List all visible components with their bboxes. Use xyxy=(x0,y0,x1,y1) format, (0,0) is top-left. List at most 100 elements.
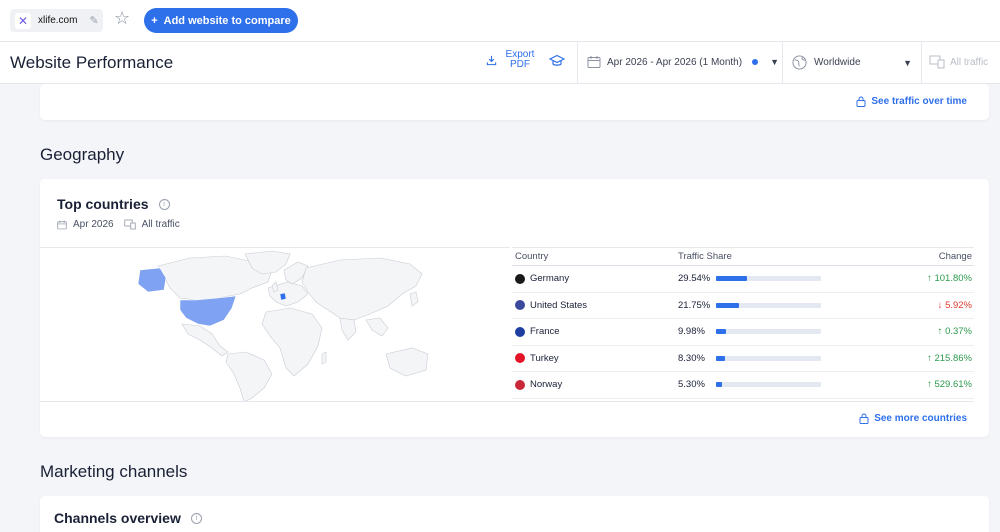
table-row[interactable]: Germany 29.54% ↑ 101.80% xyxy=(512,266,974,293)
top-countries-title-text: Top countries xyxy=(57,196,149,212)
header-divider xyxy=(577,42,578,84)
table-row[interactable]: Turkey 8.30% ↑ 215.86% xyxy=(512,346,974,372)
share-value: 9.98% xyxy=(678,326,705,338)
change-value: 5.92% xyxy=(945,299,972,311)
top-bar: ✕ xlife.com ✎ ☆ + Add website to compare xyxy=(0,0,1000,42)
country-name: Turkey xyxy=(530,352,559,364)
globe-icon xyxy=(792,55,807,70)
change-cell: ↑ 0.37% xyxy=(858,326,974,337)
col-change[interactable]: Change xyxy=(858,251,974,262)
map-us-highlight[interactable] xyxy=(179,295,237,327)
change-cell: ↑ 215.86% xyxy=(858,353,974,364)
see-more-countries-label: See more countries xyxy=(874,413,967,424)
header-divider xyxy=(921,42,922,84)
share-cell: 29.54% xyxy=(678,273,858,284)
share-value: 29.54% xyxy=(678,273,711,285)
arrow-up-icon: ↑ xyxy=(937,326,943,338)
graduation-hat-icon[interactable] xyxy=(549,54,565,68)
country-name: Norway xyxy=(530,379,563,391)
site-chip[interactable]: ✕ xlife.com ✎ xyxy=(10,9,103,32)
country-cell: Turkey xyxy=(512,353,678,364)
add-website-label: Add website to compare xyxy=(163,14,291,27)
share-bar-fill xyxy=(716,329,727,335)
calendar-icon xyxy=(57,220,67,229)
plus-icon: + xyxy=(151,14,158,27)
share-bar xyxy=(716,276,821,282)
country-cell: United States xyxy=(512,300,678,311)
country-name: France xyxy=(530,326,560,338)
country-cell: Germany xyxy=(512,273,678,284)
export-pdf-button[interactable]: Export PDF xyxy=(486,50,537,70)
calendar-icon xyxy=(587,56,601,68)
share-bar xyxy=(716,382,821,388)
world-map[interactable] xyxy=(40,247,510,403)
flag-icon xyxy=(515,326,525,337)
marketing-section-title: Marketing channels xyxy=(40,462,188,481)
flag-icon xyxy=(515,379,525,390)
change-value: 0.37% xyxy=(945,326,972,338)
site-favicon-icon: ✕ xyxy=(15,12,31,29)
top-countries-title: Top countries i xyxy=(57,196,170,212)
share-cell: 8.30% xyxy=(678,353,858,364)
share-bar-fill xyxy=(716,355,725,361)
lock-icon xyxy=(856,96,866,107)
top-countries-card: Top countries i Apr 2026 All traffic Cou… xyxy=(40,179,989,437)
page-title: Website Performance xyxy=(10,53,174,72)
geography-section-title: Geography xyxy=(40,145,125,164)
table-row[interactable]: Norway 5.30% ↑ 529.61% xyxy=(512,372,974,399)
col-share[interactable]: Traffic Share xyxy=(678,251,858,262)
see-traffic-label: See traffic over time xyxy=(871,96,967,107)
country-name: United States xyxy=(530,299,588,311)
see-more-countries-link[interactable]: See more countries xyxy=(859,413,967,424)
countries-table: Country Traffic Share Change Germany 29.5… xyxy=(512,247,974,399)
share-bar-fill xyxy=(716,302,739,308)
region-select[interactable]: Worldwide ▼ xyxy=(792,55,912,70)
change-value: 101.80% xyxy=(934,273,972,285)
info-icon[interactable]: i xyxy=(158,198,170,210)
change-cell: ↑ 101.80% xyxy=(858,273,974,284)
share-bar xyxy=(716,329,821,335)
page-header: Website Performance Export PDF Apr 2026 … xyxy=(0,42,1000,84)
flag-icon xyxy=(515,273,525,284)
arrow-up-icon: ↑ xyxy=(927,273,932,285)
channels-overview-title: Channels overview i xyxy=(54,510,202,526)
star-icon[interactable]: ☆ xyxy=(114,8,130,29)
devices-icon xyxy=(929,55,945,69)
arrow-up-icon: ↑ xyxy=(927,352,932,364)
caret-down-icon: ▼ xyxy=(770,57,779,67)
share-cell: 9.98% xyxy=(678,326,858,337)
download-icon xyxy=(486,55,497,65)
share-value: 21.75% xyxy=(678,299,711,311)
map-germany-highlight[interactable] xyxy=(279,292,287,301)
site-name: xlife.com xyxy=(38,15,78,26)
change-value: 529.61% xyxy=(934,379,972,391)
arrow-up-icon: ↑ xyxy=(927,379,932,391)
see-traffic-over-time-link[interactable]: See traffic over time xyxy=(856,96,967,107)
table-header: Country Traffic Share Change xyxy=(512,247,974,266)
table-row[interactable]: United States 21.75% ↓ 5.92% xyxy=(512,293,974,319)
country-cell: Norway xyxy=(512,379,678,390)
period-label: Apr 2026 xyxy=(73,219,114,230)
edit-pencil-icon[interactable]: ✎ xyxy=(89,14,98,27)
change-cell: ↓ 5.92% xyxy=(858,300,974,311)
export-pdf-label: Export PDF xyxy=(505,49,535,70)
table-row[interactable]: France 9.98% ↑ 0.37% xyxy=(512,319,974,346)
flag-icon xyxy=(515,353,525,364)
traffic-filter[interactable]: All traffic xyxy=(929,55,988,69)
share-bar xyxy=(716,355,821,361)
share-bar-fill xyxy=(716,276,748,282)
share-bar-fill xyxy=(716,382,722,388)
col-country[interactable]: Country xyxy=(512,251,678,262)
info-icon[interactable]: i xyxy=(190,512,202,524)
channels-overview-card: Channels overview i xyxy=(40,496,989,532)
date-range-picker[interactable]: Apr 2026 - Apr 2026 (1 Month) ▼ xyxy=(587,55,779,69)
share-cell: 21.75% xyxy=(678,300,858,311)
map-alaska-highlight[interactable] xyxy=(137,267,167,293)
country-name: Germany xyxy=(530,273,570,285)
add-website-button[interactable]: + Add website to compare xyxy=(144,8,298,33)
country-cell: France xyxy=(512,326,678,337)
arrow-down-icon: ↓ xyxy=(937,299,943,311)
traffic-label: All traffic xyxy=(141,219,180,230)
caret-down-icon: ▼ xyxy=(903,57,912,68)
share-value: 5.30% xyxy=(678,379,705,391)
